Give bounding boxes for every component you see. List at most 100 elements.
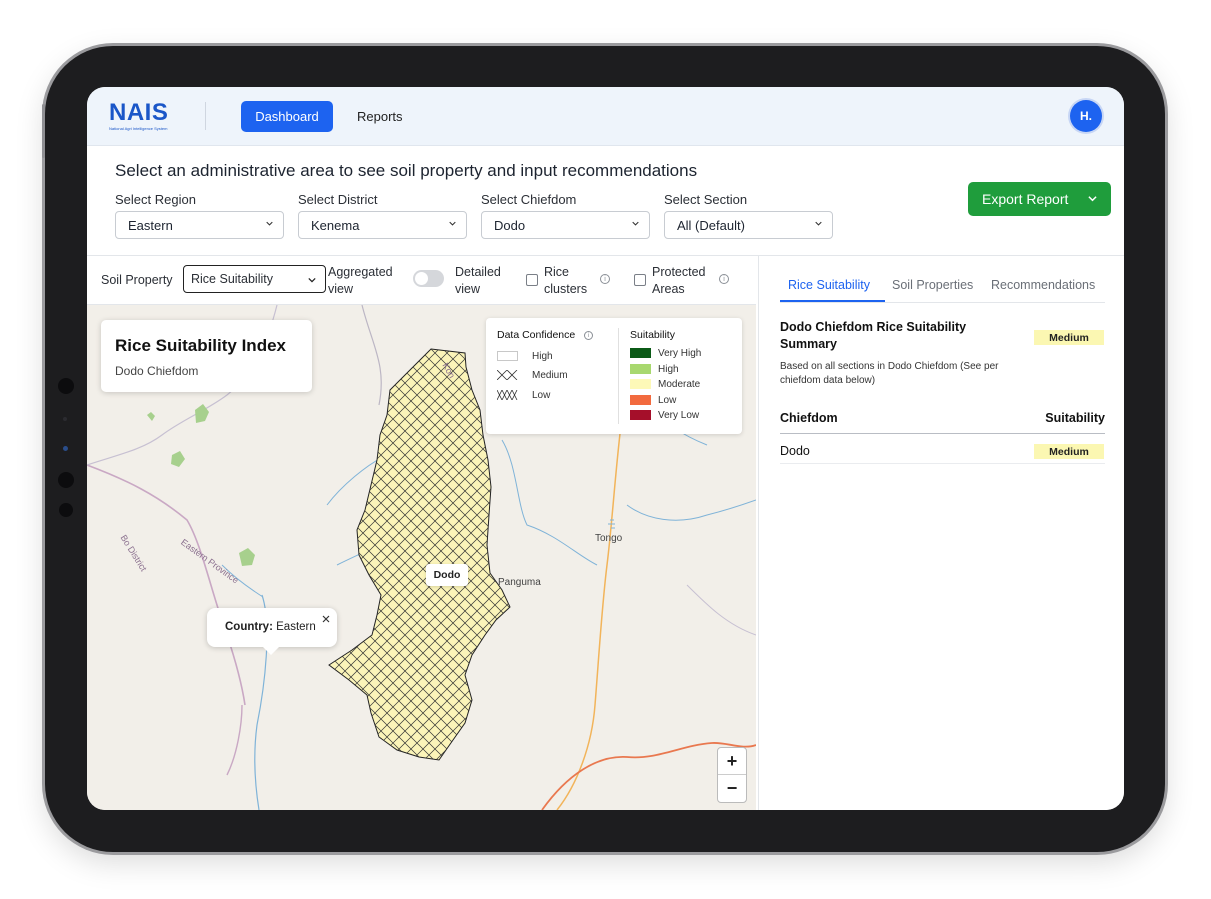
chevron-down-icon — [308, 277, 316, 283]
tab-soil-properties[interactable]: Soil Properties — [892, 278, 973, 292]
sensor-dot — [63, 417, 67, 421]
suitability-label: Moderate — [658, 379, 701, 391]
section-value: All (Default) — [677, 217, 745, 233]
suitability-swatch — [630, 379, 651, 390]
logo-subtitle: National Agri Intelligence System — [109, 126, 168, 131]
info-icon[interactable]: i — [584, 331, 593, 340]
active-tab-indicator — [780, 300, 885, 302]
aggregated-view-label: Aggregated view — [328, 264, 393, 298]
tab-recommendations[interactable]: Recommendations — [991, 278, 1095, 292]
table-header-divider — [780, 433, 1105, 434]
chiefdom-label: Select Chiefdom — [481, 192, 577, 207]
protected-areas-checkbox[interactable] — [634, 274, 646, 286]
summary-panel: Rice Suitability Soil Properties Recomme… — [758, 256, 1124, 810]
confidence-medium-label: Medium — [532, 370, 568, 381]
detailed-view-label: Detailed view — [455, 264, 501, 298]
top-navbar: NAIS National Agri Intelligence System D… — [87, 87, 1124, 146]
user-avatar[interactable]: H. — [1070, 100, 1102, 132]
district-select[interactable]: Kenema — [298, 211, 467, 239]
table-cell-chiefdom: Dodo — [780, 444, 810, 458]
suitability-swatch — [630, 363, 651, 374]
detailed-view-text-1: Detailed — [455, 265, 501, 279]
map-controls-bar: Soil Property Rice Suitability Aggregate… — [87, 256, 756, 305]
rice-clusters-checkbox[interactable] — [526, 274, 538, 286]
volume-button — [42, 104, 45, 158]
detailed-view-text-2: view — [455, 282, 481, 296]
logo-text: NAIS — [109, 99, 169, 126]
table-header-suitability: Suitability — [1045, 411, 1105, 425]
suitability-label: Very High — [658, 348, 702, 359]
protected-areas-text-2: Areas — [652, 282, 685, 296]
section-label: Select Section — [664, 192, 748, 207]
suitability-swatch — [630, 348, 651, 358]
map-title-card: Rice Suitability Index Dodo Chiefdom — [101, 320, 312, 392]
summary-suitability-badge: Medium — [1034, 330, 1104, 345]
chevron-down-icon — [266, 221, 273, 226]
summary-description: Based on all sections in Dodo Chiefdom (… — [780, 361, 999, 386]
region-value: Eastern — [128, 217, 173, 233]
rice-clusters-text-2: clusters — [544, 282, 588, 296]
page-headline: Select an administrative area to see soi… — [115, 161, 698, 180]
table-row-divider — [780, 463, 1105, 464]
nais-logo[interactable]: NAIS National Agri Intelligence System — [109, 99, 169, 132]
tab-rice-suitability[interactable]: Rice Suitability — [788, 278, 870, 292]
dodo-polygon-label[interactable]: Dodo — [426, 564, 468, 586]
suitability-label: Very Low — [658, 410, 700, 422]
table-cell-suitability-badge: Medium — [1034, 444, 1104, 459]
map-canvas[interactable]: Tongo Panguma Bo District Eastern Provin… — [87, 305, 756, 810]
soil-property-label: Soil Property — [101, 273, 173, 287]
map-legend: Data Confidence i High Medium Low Suitab… — [486, 318, 742, 434]
dashboard-button[interactable]: Dashboard — [241, 101, 333, 132]
chevron-down-icon — [449, 221, 456, 226]
chiefdom-value: Dodo — [494, 217, 526, 233]
aggregated-view-text-1: Aggregated — [328, 265, 393, 279]
suitability-label: High — [658, 363, 679, 375]
info-icon[interactable]: i — [600, 274, 610, 284]
chiefdom-select[interactable]: Dodo — [481, 211, 650, 239]
reports-link[interactable]: Reports — [357, 101, 403, 132]
confidence-low-label: Low — [532, 390, 551, 401]
zoom-controls: + − — [717, 747, 747, 803]
popup-value: Eastern — [276, 621, 316, 633]
export-label: Export Report — [982, 191, 1069, 207]
export-report-button[interactable]: Export Report — [968, 182, 1111, 216]
legend-divider — [618, 328, 619, 424]
region-select[interactable]: Eastern — [115, 211, 284, 239]
zoom-out-button[interactable]: − — [718, 775, 746, 801]
soil-property-value: Rice Suitability — [191, 272, 273, 286]
section-select[interactable]: All (Default) — [664, 211, 833, 239]
district-label: Select District — [298, 192, 378, 207]
confidence-high-label: High — [532, 351, 553, 362]
district-value: Kenema — [311, 217, 360, 233]
tab-baseline — [780, 302, 1105, 303]
nav-divider — [205, 102, 206, 130]
table-header-chiefdom: Chiefdom — [780, 411, 838, 425]
chevron-down-icon — [1088, 196, 1097, 202]
info-icon[interactable]: i — [719, 274, 729, 284]
suitability-label: Low — [658, 394, 677, 406]
close-icon[interactable] — [322, 615, 330, 623]
chevron-down-icon — [815, 221, 822, 226]
confidence-low-swatch — [497, 390, 518, 400]
map-title: Rice Suitability Index — [115, 336, 286, 355]
camera-dot — [59, 503, 73, 517]
sensor-dot — [63, 446, 68, 451]
map-popup: Country: Eastern — [207, 608, 337, 655]
view-toggle[interactable] — [413, 270, 444, 287]
popup-content: Country: Eastern — [225, 621, 316, 633]
zoom-in-button[interactable]: + — [718, 748, 746, 775]
confidence-medium-swatch — [497, 370, 518, 380]
camera-dot — [58, 378, 74, 394]
legend-confidence-title: Data Confidence — [497, 329, 576, 341]
protected-areas-text-1: Protected — [652, 265, 706, 279]
filter-bar: Select an administrative area to see soi… — [87, 146, 1124, 256]
suitability-swatch — [630, 410, 651, 421]
suitability-swatch — [630, 394, 651, 405]
soil-property-select[interactable]: Rice Suitability — [183, 265, 326, 293]
summary-title: Dodo Chiefdom Rice Suitability Summary — [780, 320, 967, 351]
camera-dot — [58, 472, 74, 488]
legend-suitability-title: Suitability — [630, 329, 675, 341]
rice-clusters-label: Rice clusters — [544, 264, 587, 298]
popup-key: Country: — [225, 621, 273, 633]
place-label-panguma: Panguma — [498, 577, 541, 588]
